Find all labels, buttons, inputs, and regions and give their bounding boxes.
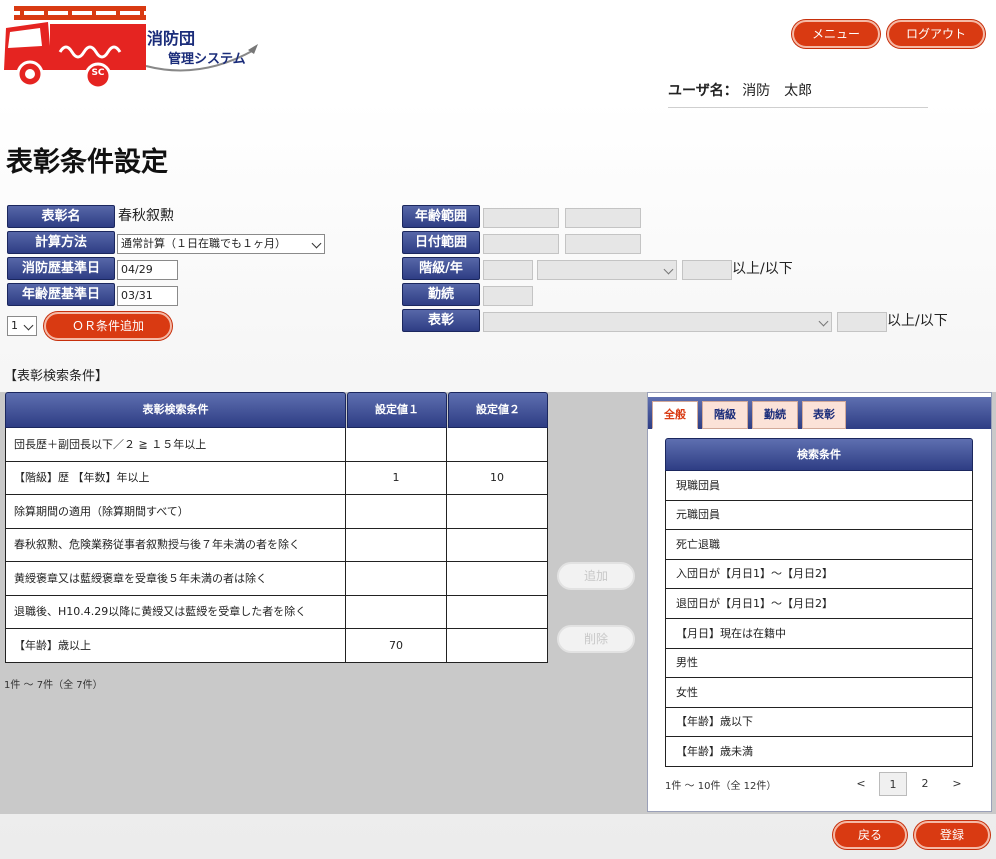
condition-cell[interactable]: 【階級】歴 【年数】年以上 (5, 462, 346, 495)
rank-suffix: 以上/以下 (732, 261, 793, 277)
delete-condition-button[interactable]: 削除 (557, 625, 635, 653)
tab-general[interactable]: 全般 (652, 401, 698, 429)
condition-value-cell[interactable] (346, 495, 447, 529)
or-group-value: 1 (11, 319, 18, 332)
app-logo: 消防団 管理システム SC (0, 0, 270, 95)
add-condition-button[interactable]: 追加 (557, 562, 635, 590)
search-condition-count: 1件 ～ 10件（全 12件） (665, 781, 777, 792)
search-condition-item[interactable]: 元職団員 (665, 501, 973, 530)
user-name: 消防 太郎 (742, 83, 813, 99)
condition-value-cell[interactable] (447, 596, 548, 629)
condition-cell[interactable]: 退職後、H10.4.29以降に黄綬又は藍綬を受章した者を除く (5, 596, 346, 629)
service-label: 勤続 (402, 283, 480, 306)
condition-value-cell[interactable] (346, 428, 447, 462)
rank-year-label: 階級/年 (402, 257, 480, 280)
chevron-down-icon (23, 320, 34, 331)
chevron-down-icon (663, 264, 674, 275)
back-button[interactable]: 戻る (833, 821, 907, 849)
pager-page-1[interactable]: 1 (879, 772, 907, 796)
conditions-header-value2: 設定値２ (448, 392, 548, 428)
condition-value-cell[interactable]: 10 (447, 462, 548, 495)
pager-prev-button[interactable]: < (847, 772, 875, 796)
calc-method-select[interactable]: 通常計算（１日在職でも１ヶ月） (117, 234, 325, 254)
service-input[interactable] (483, 286, 533, 306)
or-group-select[interactable]: 1 (7, 316, 37, 336)
user-label: ユーザ名： (668, 83, 738, 99)
rank-year-input[interactable] (483, 260, 533, 280)
condition-cell[interactable]: 黄綬褒章又は藍綬褒章を受章後５年未満の者は除く (5, 562, 346, 596)
condition-cell[interactable]: 春秋叙勲、危険業務従事者叙勲授与後７年未満の者を除く (5, 529, 346, 562)
condition-value-cell[interactable] (346, 562, 447, 596)
fire-service-base-input[interactable]: 04/29 (117, 260, 178, 280)
search-condition-item[interactable]: 退団日が【月日1】～【月日2】 (665, 589, 973, 619)
award-name-value: 春秋叙勲 (118, 208, 174, 224)
calc-method-value: 通常計算（１日在職でも１ヶ月） (121, 237, 286, 250)
register-button[interactable]: 登録 (914, 821, 990, 849)
search-condition-item[interactable]: 死亡退職 (665, 530, 973, 560)
search-condition-item[interactable]: 入団日が【月日1】～【月日2】 (665, 560, 973, 589)
tab-award[interactable]: 表彰 (802, 401, 846, 429)
pager-page-2[interactable]: 2 (911, 772, 939, 796)
search-condition-header: 検索条件 (665, 438, 973, 471)
search-condition-item[interactable]: 【月日】現在は在籍中 (665, 619, 973, 649)
condition-value-cell[interactable] (447, 495, 548, 529)
condition-value-cell[interactable] (346, 596, 447, 629)
award-suffix: 以上/以下 (887, 313, 948, 329)
condition-cell[interactable]: 【年齢】歳以上 (5, 629, 346, 663)
condition-cell[interactable]: 団長歴＋副団長以下／２ ≧ １５年以上 (5, 428, 346, 462)
condition-value-cell[interactable]: 1 (346, 462, 447, 495)
age-range-label: 年齢範囲 (402, 205, 480, 228)
logo-subtitle: 管理システム (168, 52, 246, 67)
condition-value-cell[interactable] (447, 562, 548, 596)
condition-value-cell[interactable] (447, 629, 548, 663)
pager-next-button[interactable]: > (943, 772, 971, 796)
menu-button[interactable]: メニュー (792, 20, 880, 48)
page-title: 表彰条件設定 (6, 147, 168, 178)
condition-value-cell[interactable]: 70 (346, 629, 447, 663)
condition-cell[interactable]: 除算期間の適用（除算期間すべて） (5, 495, 346, 529)
logo-title: 消防団 (147, 29, 196, 48)
logo-emblem: SC (91, 68, 105, 78)
fire-service-base-label: 消防歴基準日 (7, 257, 115, 280)
tab-rank[interactable]: 階級 (702, 401, 748, 429)
award-select[interactable] (483, 312, 832, 332)
date-range-label: 日付範囲 (402, 231, 480, 254)
conditions-section-title: 【表彰検索条件】 (4, 369, 109, 384)
search-condition-item[interactable]: 男性 (665, 649, 973, 678)
search-condition-item[interactable]: 【年齢】歳以下 (665, 708, 973, 737)
award-label: 表彰 (402, 309, 480, 332)
rank-select[interactable] (537, 260, 677, 280)
search-condition-item[interactable]: 女性 (665, 678, 973, 708)
user-info: ユーザ名： 消防 太郎 (668, 80, 928, 108)
rank-threshold-input[interactable] (682, 260, 732, 280)
condition-value-cell[interactable] (447, 529, 548, 562)
chevron-down-icon (818, 316, 829, 327)
tab-service[interactable]: 勤続 (752, 401, 798, 429)
award-name-label: 表彰名 (7, 205, 115, 228)
age-range-from-input[interactable] (483, 208, 559, 228)
calc-method-label: 計算方法 (7, 231, 115, 254)
award-threshold-input[interactable] (837, 312, 887, 332)
condition-value-cell[interactable] (447, 428, 548, 462)
age-base-input[interactable]: 03/31 (117, 286, 178, 306)
or-condition-add-button[interactable]: ＯＲ条件追加 (44, 312, 172, 340)
conditions-count: 1件 ～ 7件（全 7件） (4, 680, 103, 691)
chevron-down-icon (311, 238, 322, 249)
search-condition-item[interactable]: 現職団員 (665, 471, 973, 501)
conditions-header-value1: 設定値１ (347, 392, 447, 428)
logout-button[interactable]: ログアウト (887, 20, 985, 48)
age-range-to-input[interactable] (565, 208, 641, 228)
condition-value-cell[interactable] (346, 529, 447, 562)
conditions-header-condition: 表彰検索条件 (5, 392, 346, 428)
search-condition-item[interactable]: 【年齢】歳未満 (665, 737, 973, 767)
age-base-label: 年齢歴基準日 (7, 283, 115, 306)
date-range-from-input[interactable] (483, 234, 559, 254)
date-range-to-input[interactable] (565, 234, 641, 254)
